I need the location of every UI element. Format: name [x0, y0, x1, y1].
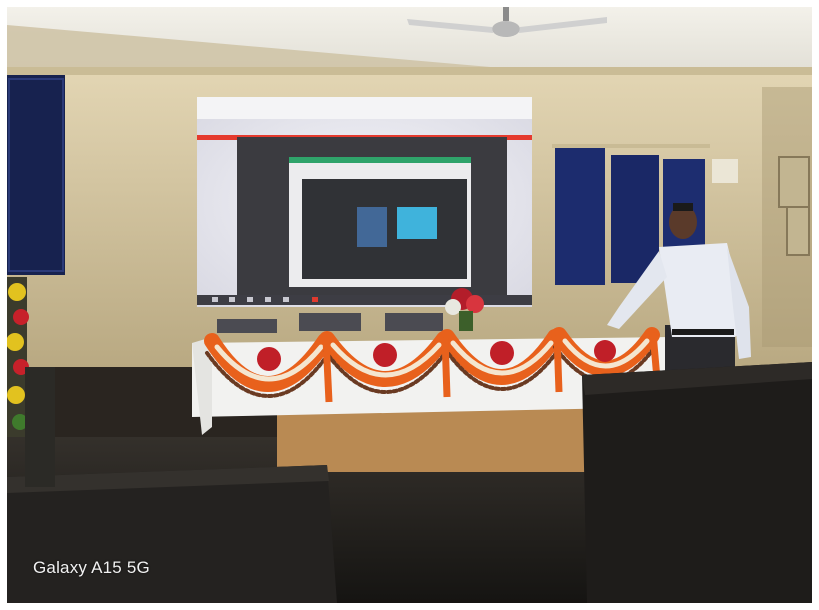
left-notice-board: [7, 75, 65, 275]
wall-plaque: [712, 159, 738, 183]
seminar-room-scene: [7, 7, 812, 603]
photo-frame: Galaxy A15 5G: [7, 7, 812, 603]
foreground-desk-right: [582, 362, 812, 603]
projection-screen: [197, 97, 532, 307]
left-cabinet: [25, 367, 55, 487]
wall-trim: [7, 67, 812, 75]
right-wall-shadow: [762, 87, 812, 347]
camera-watermark: Galaxy A15 5G: [33, 558, 150, 577]
